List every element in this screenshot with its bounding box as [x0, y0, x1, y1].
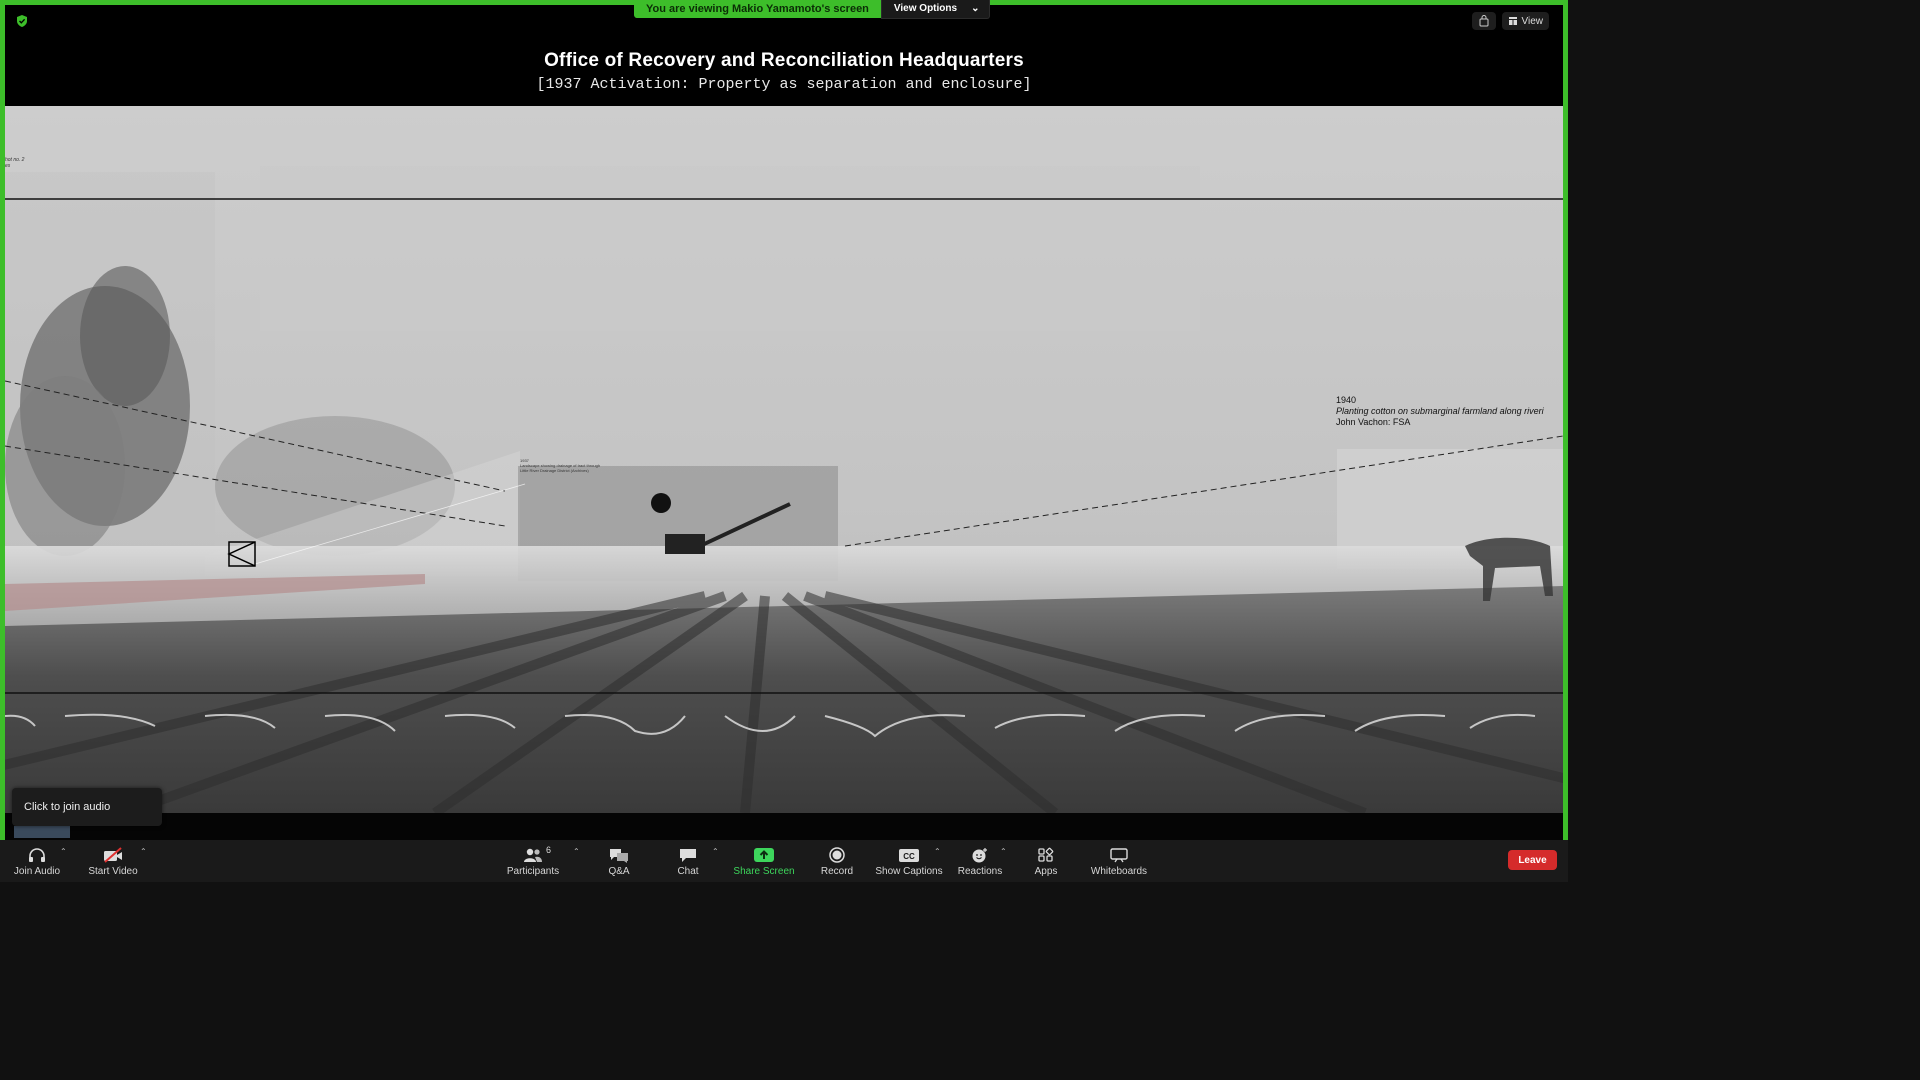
portrait-icon	[1479, 15, 1488, 27]
join-audio-popup-text: Click to join audio	[24, 801, 111, 813]
caption-1937-line2: Little River Drainage District (Archives…	[520, 468, 589, 473]
share-screen-button[interactable]: Share Screen	[732, 840, 796, 882]
record-button[interactable]: Record	[815, 840, 859, 882]
lock-screen-button[interactable]	[1471, 12, 1496, 30]
view-button[interactable]: View	[1501, 12, 1549, 30]
participants-options-caret[interactable]: ⌃	[573, 847, 580, 856]
leave-button[interactable]: Leave	[1508, 850, 1557, 870]
share-bottom-strip	[5, 813, 1563, 840]
chat-button[interactable]: Chat	[668, 840, 708, 882]
caption-1940-description: Planting cotton on submarginal farmland …	[1336, 406, 1544, 416]
caption-1937: 1937 Landscape showing drainage of tract…	[520, 458, 620, 473]
apps-icon	[1038, 847, 1054, 862]
join-audio-popup[interactable]: Click to join audio	[12, 788, 162, 826]
shared-slide-image: hot no. 2 es 1937 Landscape showing drai…	[5, 106, 1563, 813]
participants-icon	[524, 848, 542, 862]
join-audio-label: Join Audio	[13, 866, 61, 877]
share-screen-icon	[754, 848, 774, 862]
meeting-toolbar: Join Audio ⌃ Start Video ⌃ Participants …	[0, 840, 1568, 882]
caption-1940: 1940 Planting cotton on submarginal farm…	[1336, 395, 1544, 428]
corner-caption-line2: es	[5, 163, 11, 169]
shield-icon[interactable]	[15, 14, 29, 28]
captions-icon: CC	[899, 849, 919, 862]
leave-label: Leave	[1518, 854, 1547, 866]
qa-icon	[610, 849, 628, 863]
reactions-options-caret[interactable]: ⌃	[1000, 847, 1007, 856]
slide-subtitle: [1937 Activation: Property as separation…	[536, 76, 1032, 93]
show-captions-label: Show Captions	[875, 866, 943, 877]
viewing-banner: You are viewing Makio Yamamoto's screen …	[634, 0, 991, 19]
chat-options-caret[interactable]: ⌃	[712, 847, 719, 856]
audio-options-caret[interactable]: ⌃	[60, 847, 67, 856]
apps-label: Apps	[1034, 866, 1058, 877]
view-label: View	[1521, 15, 1544, 27]
reactions-icon	[972, 848, 987, 863]
whiteboards-button[interactable]: Whiteboards	[1086, 840, 1152, 882]
record-icon	[829, 847, 845, 863]
slide-header: Office of Recovery and Reconciliation He…	[5, 5, 1563, 106]
whiteboard-icon	[1110, 848, 1128, 863]
video-options-caret[interactable]: ⌃	[140, 847, 147, 856]
corner-caption: hot no. 2 es	[5, 157, 24, 169]
reactions-button[interactable]: Reactions	[956, 840, 1004, 882]
join-audio-button[interactable]: Join Audio	[10, 840, 64, 882]
slide-title: Office of Recovery and Reconciliation He…	[544, 50, 1024, 71]
view-options-label: View Options	[893, 3, 958, 14]
reactions-label: Reactions	[957, 866, 1003, 877]
apps-button[interactable]: Apps	[1028, 840, 1064, 882]
grid-icon	[1508, 17, 1517, 25]
record-label: Record	[820, 866, 854, 877]
headphones-icon	[29, 848, 45, 862]
chevron-down-icon: ⌄	[971, 3, 980, 14]
field-photo-collage	[5, 106, 1563, 813]
caption-1940-credit: John Vachon: FSA	[1336, 417, 1411, 427]
participants-label: Participants	[506, 866, 560, 877]
chat-label: Chat	[677, 866, 699, 877]
chat-icon	[680, 849, 696, 862]
whiteboards-label: Whiteboards	[1090, 866, 1148, 877]
start-video-label: Start Video	[88, 866, 138, 877]
top-right-controls: View	[1471, 12, 1549, 30]
qa-label: Q&A	[608, 866, 630, 877]
participants-button[interactable]: Participants	[503, 840, 563, 882]
viewing-text: You are viewing Makio Yamamoto's screen	[634, 0, 881, 18]
participants-count: 6	[546, 845, 552, 855]
video-off-icon	[104, 847, 122, 863]
share-screen-label: Share Screen	[733, 866, 795, 877]
start-video-button[interactable]: Start Video	[85, 840, 141, 882]
video-thumbnail[interactable]	[14, 826, 70, 838]
view-options-button[interactable]: View Options ⌄	[880, 0, 991, 19]
svg-text:CC: CC	[903, 852, 915, 861]
captions-options-caret[interactable]: ⌃	[934, 847, 941, 856]
caption-1940-year: 1940	[1336, 395, 1357, 405]
qa-button[interactable]: Q&A	[600, 840, 638, 882]
